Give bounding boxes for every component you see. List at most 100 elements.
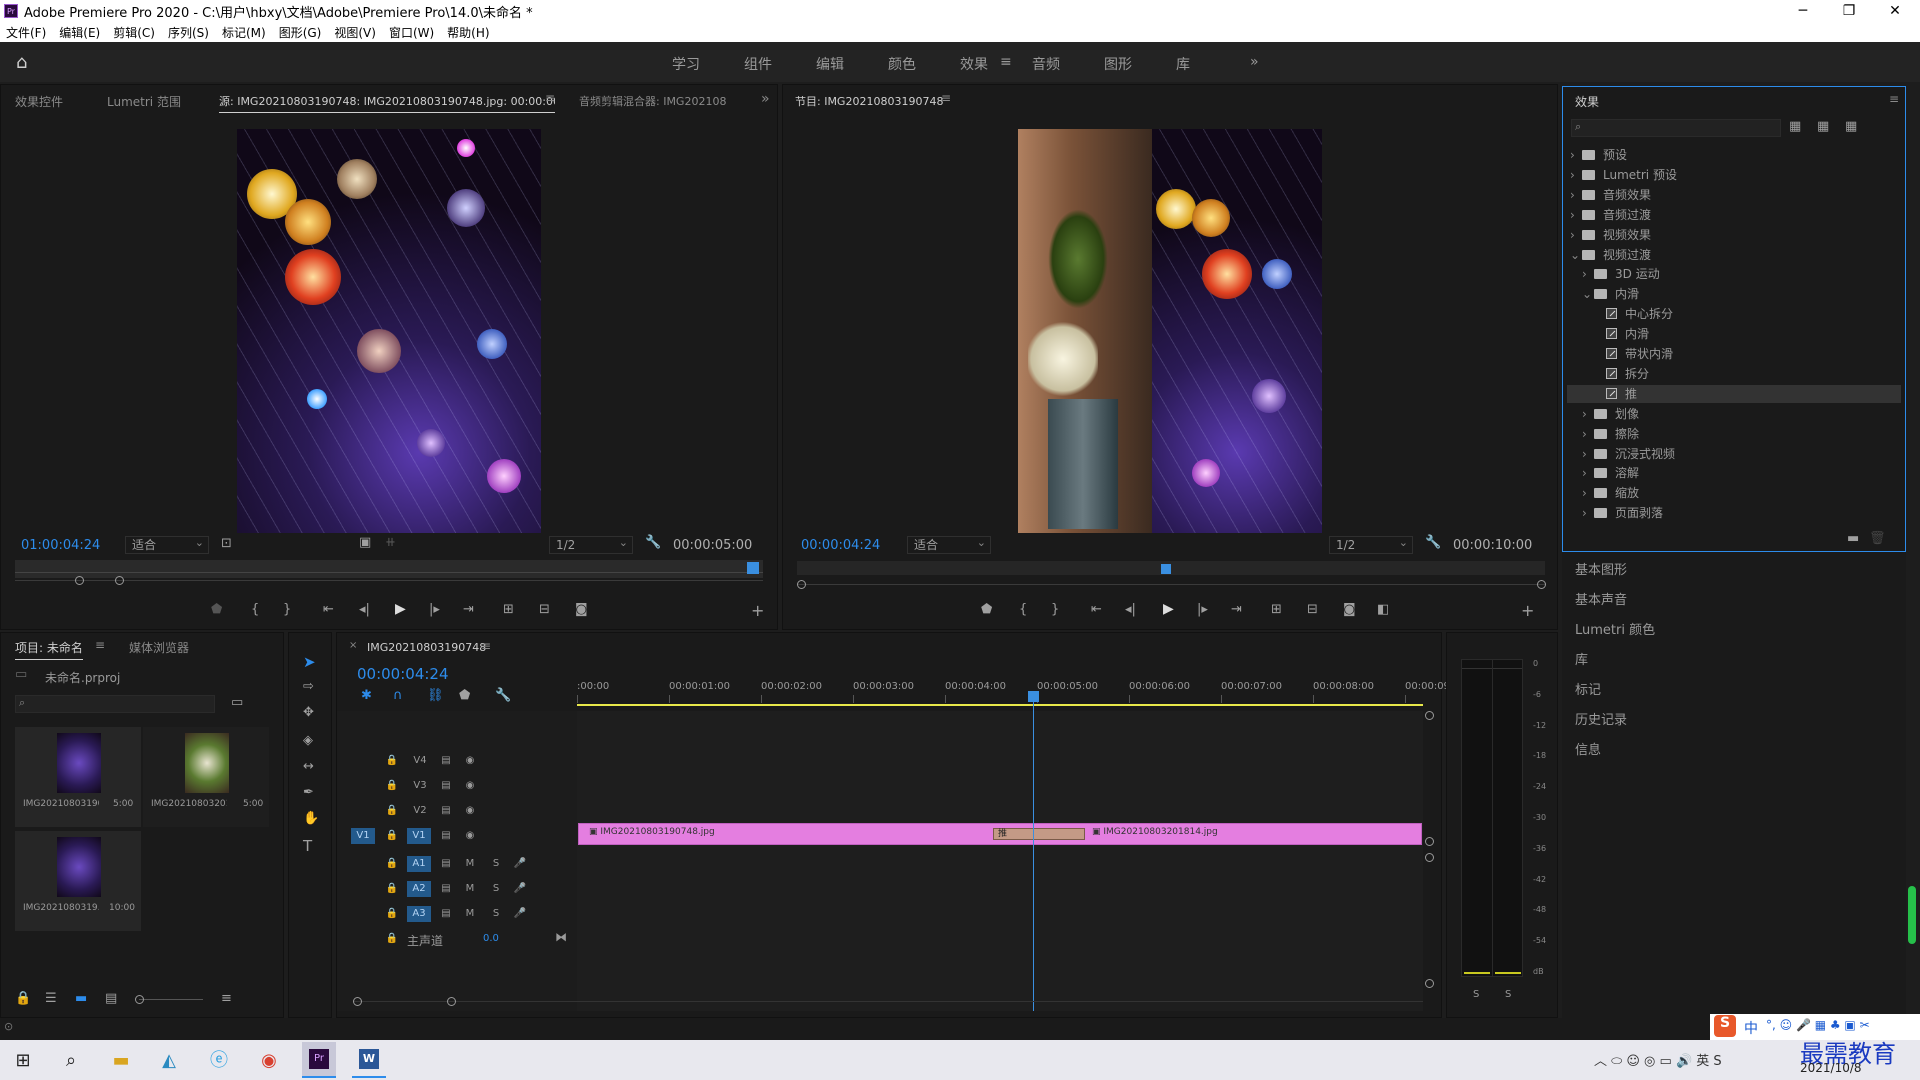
new-bin-icon[interactable]: ▭ [231, 695, 243, 710]
go-to-out-icon[interactable]: ⇥ [463, 602, 474, 617]
accelerated-effects-icon[interactable]: ▦ [1789, 119, 1801, 134]
program-zoom-handle-left[interactable] [797, 580, 806, 589]
workspace-tab-editing[interactable]: 编辑 [816, 54, 844, 74]
solo-right-button[interactable]: S [1505, 989, 1511, 1000]
source-settings-wrench-icon[interactable]: 🔧 [645, 535, 661, 550]
project-item[interactable]: IMG2021080319... 10:00 [15, 831, 141, 931]
push-transition[interactable]: 推 [993, 828, 1085, 840]
menu-edit[interactable]: 编辑(E) [59, 24, 100, 41]
track-lock-icon[interactable]: 🔒 [383, 753, 401, 769]
chevron-down-icon[interactable]: ⌄ [1570, 248, 1582, 262]
solo-left-button[interactable]: S [1473, 989, 1479, 1000]
sync-lock-icon[interactable]: ▤ [437, 881, 455, 897]
workspace-menu-icon[interactable]: ≡ [1000, 54, 1012, 70]
effects-tree-item[interactable]: › 音频效果 [1570, 186, 1651, 203]
effects-tree-item[interactable]: 内滑 [1594, 325, 1649, 342]
workspace-overflow-icon[interactable]: » [1250, 54, 1259, 70]
mute-button[interactable]: M [461, 906, 479, 922]
premiere-taskbar-button[interactable]: Pr [302, 1042, 336, 1078]
project-item[interactable]: IMG20210803201... 5:00 [143, 727, 269, 827]
track-lock-icon[interactable]: 🔒 [383, 856, 401, 872]
effects-tree-item[interactable]: › 缩放 [1582, 484, 1639, 501]
add-marker-icon[interactable]: ⬟ [211, 602, 222, 617]
track-lock-icon[interactable]: 🔒 [383, 906, 401, 922]
razor-tool-icon[interactable]: ◈ [303, 733, 313, 748]
timeline-close-icon[interactable]: × [349, 640, 357, 651]
program-timecode[interactable]: 00:00:04:24 [801, 538, 880, 553]
source-timecode[interactable]: 01:00:04:24 [21, 538, 100, 553]
source-fit-dropdown[interactable]: 适合 [125, 535, 209, 554]
program-fit-dropdown[interactable]: 适合 [907, 535, 991, 554]
ime-tools-icons[interactable]: °, ☺ 🎤 ▦ ♣ ▣ ✂ [1766, 1018, 1870, 1032]
vertical-zoom-handle-middle[interactable] [1425, 837, 1434, 846]
thumbnail-zoom-slider[interactable] [139, 999, 203, 1000]
workspace-tab-libraries[interactable]: 库 [1176, 54, 1190, 74]
project-tab-menu-icon[interactable]: ≡ [95, 638, 105, 652]
slip-tool-icon[interactable]: ↔ [303, 759, 314, 774]
workspace-tab-assembly[interactable]: 组件 [744, 54, 772, 74]
selection-tool-icon[interactable]: ➤ [303, 653, 316, 671]
chevron-right-icon[interactable]: › [1570, 148, 1582, 162]
tab-sequence[interactable]: IMG20210803190748 [367, 641, 486, 654]
source-playhead[interactable] [747, 562, 759, 574]
source-zoom-bar[interactable] [15, 580, 763, 581]
list-view-icon[interactable]: ☰ [45, 991, 57, 1006]
track-eye-icon[interactable]: ◉ [461, 828, 479, 844]
panel-history[interactable]: 历史记录 [1575, 709, 1627, 728]
program-play-icon[interactable]: ▶ [1163, 601, 1174, 617]
effects-tree-item[interactable]: 推 [1594, 385, 1637, 402]
vertical-zoom-handle-top[interactable] [1425, 711, 1434, 720]
effects-tree-item[interactable]: › 沉浸式视频 [1582, 445, 1675, 462]
thumbnail-zoom-handle[interactable] [135, 995, 144, 1004]
track-target[interactable]: A3 [407, 906, 431, 922]
source-tab-menu-icon[interactable]: ≡ [545, 91, 555, 105]
source-patch-v1[interactable]: V1 [351, 828, 375, 844]
program-zoom-bar[interactable] [797, 584, 1545, 585]
file-explorer-icon[interactable]: ▬ [106, 1046, 136, 1076]
freeform-view-icon[interactable]: ▤ [105, 991, 117, 1006]
minimize-button[interactable]: ─ [1780, 0, 1826, 22]
insert-icon[interactable]: ⊞ [503, 602, 514, 617]
menu-clip[interactable]: 剪辑(C) [113, 24, 155, 41]
effects-tree-item[interactable]: 带状内滑 [1594, 345, 1673, 362]
safe-margins-icon[interactable]: ⊡ [221, 536, 232, 551]
step-back-icon[interactable]: ◂| [359, 602, 370, 617]
effects-tree-item[interactable]: › 3D 运动 [1582, 265, 1660, 282]
program-add-marker-icon[interactable]: ⬟ [981, 602, 992, 617]
timeline-timecode[interactable]: 00:00:04:24 [357, 665, 449, 683]
effects-tree-item[interactable]: › 划像 [1582, 405, 1639, 422]
solo-button[interactable]: S [487, 881, 505, 897]
program-mark-out-icon[interactable]: } [1051, 602, 1059, 617]
tab-effect-controls[interactable]: 效果控件 [15, 93, 63, 110]
panel-essential-graphics[interactable]: 基本图形 [1575, 559, 1627, 578]
menu-markers[interactable]: 标记(M) [222, 24, 266, 41]
effects-tree-item[interactable]: 拆分 [1594, 365, 1649, 382]
chevron-right-icon[interactable]: › [1570, 228, 1582, 242]
panel-lumetri-color[interactable]: Lumetri 颜色 [1575, 619, 1655, 638]
track-select-tool-icon[interactable]: ⇨ [303, 679, 314, 694]
track-lock-icon[interactable]: 🔒 [383, 931, 401, 947]
lock-icon[interactable]: 🔒 [15, 991, 31, 1006]
program-step-forward-icon[interactable]: |▸ [1197, 602, 1208, 617]
timeline-settings-wrench-icon[interactable]: 🔧 [495, 688, 511, 703]
program-settings-wrench-icon[interactable]: 🔧 [1425, 535, 1441, 550]
word-taskbar-button[interactable]: W [352, 1042, 386, 1078]
tab-source[interactable]: 源: IMG20210803190748: IMG20210803190748.… [219, 93, 555, 113]
panel-essential-sound[interactable]: 基本声音 [1575, 589, 1627, 608]
ie-browser-icon[interactable]: ⓔ [204, 1046, 234, 1076]
program-go-to-in-icon[interactable]: ⇤ [1091, 602, 1102, 617]
insert-nest-icon[interactable]: ✱ [361, 688, 372, 703]
program-time-ruler[interactable] [797, 561, 1545, 575]
program-tab-menu-icon[interactable]: ≡ [941, 91, 951, 105]
program-zoom-handle-right[interactable] [1537, 580, 1546, 589]
track-target[interactable]: V3 [411, 778, 429, 794]
drag-audio-icon[interactable]: ⧺ [385, 535, 396, 550]
sync-lock-icon[interactable]: ▤ [437, 828, 455, 844]
sync-lock-icon[interactable]: ▤ [437, 906, 455, 922]
track-lock-icon[interactable]: 🔒 [383, 803, 401, 819]
effects-tree-item[interactable]: › 页面剥落 [1582, 504, 1663, 521]
track-eye-icon[interactable]: ◉ [461, 753, 479, 769]
track-lock-icon[interactable]: 🔒 [383, 828, 401, 844]
record-mic-icon[interactable]: 🎤 [511, 906, 529, 922]
track-lock-icon[interactable]: 🔒 [383, 778, 401, 794]
